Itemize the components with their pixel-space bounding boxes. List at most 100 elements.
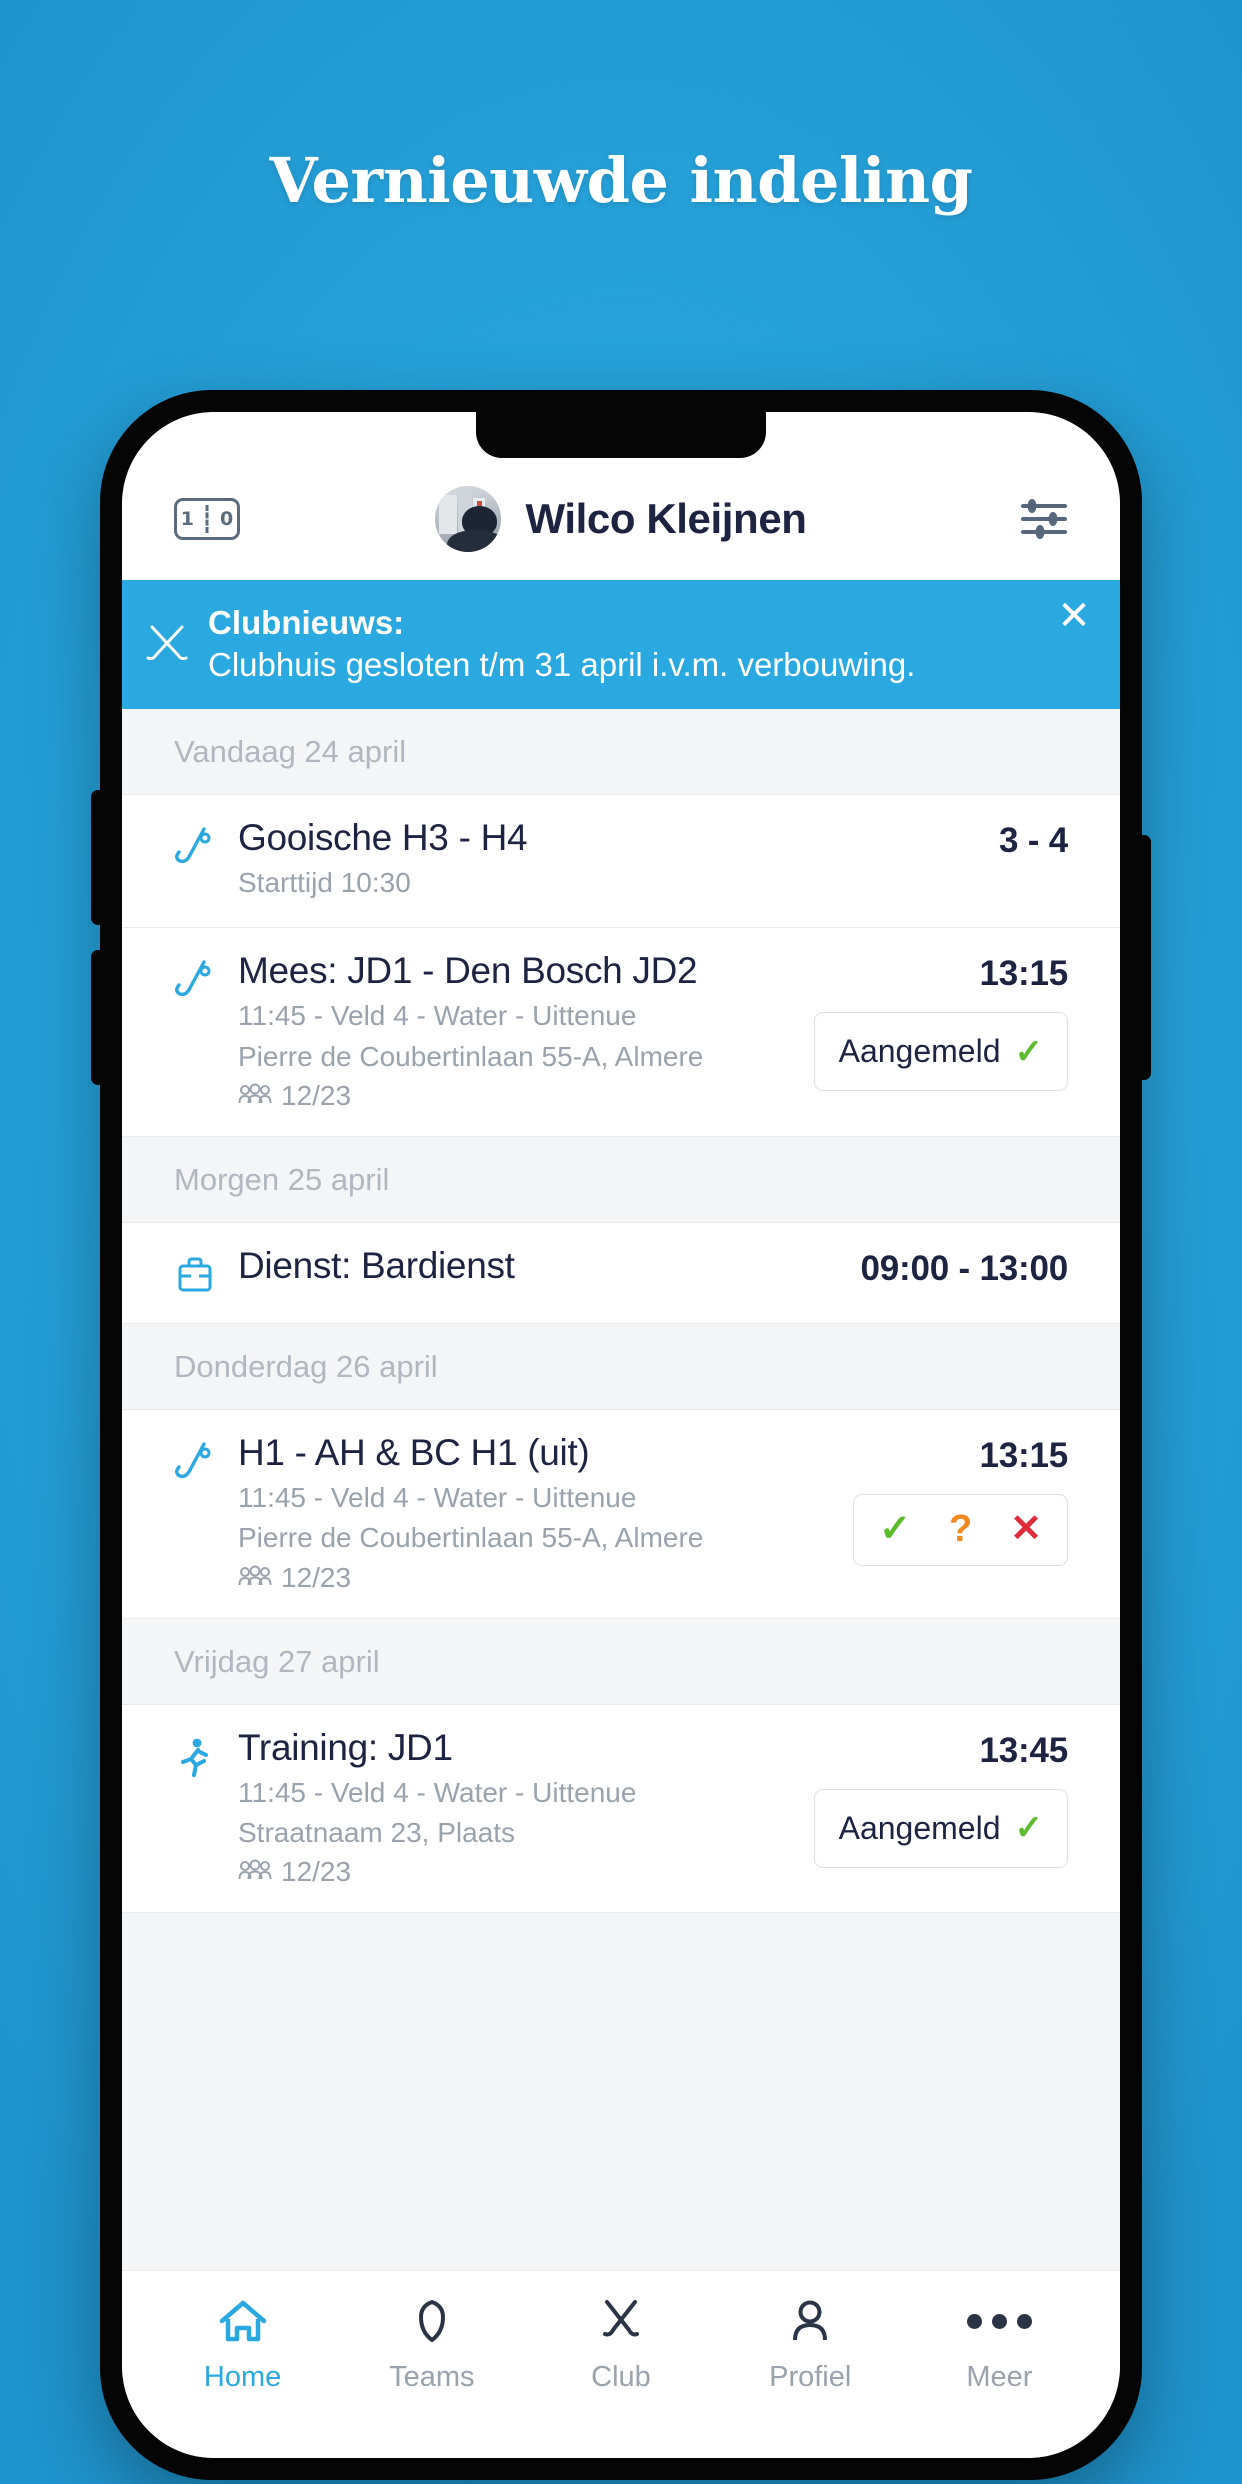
bottom-tabbar: Home Teams Club Profiel Meer (122, 2270, 1120, 2458)
app-body: Clubnieuws: Clubhuis gesloten t/m 31 apr… (122, 580, 1120, 2270)
tab-meer[interactable]: Meer (905, 2291, 1094, 2394)
hockey-stick-icon (174, 825, 216, 871)
event-subtitle-time: 11:45 - Veld 4 - Water - Uittenue (238, 1482, 637, 1514)
filter-sliders-icon[interactable] (1020, 497, 1068, 541)
tab-club[interactable]: Club (526, 2291, 715, 2394)
registered-label: Aangemeld (838, 1033, 1001, 1070)
check-icon: ✓ (1014, 1809, 1044, 1848)
event-right: 13:45 Aangemeld ✓ (813, 1727, 1068, 1868)
event-row-training[interactable]: Training: JD1 11:45 - Veld 4 - Water - U… (122, 1704, 1120, 1914)
respond-yes-icon[interactable]: ✓ (860, 1508, 930, 1551)
registered-label: Aangemeld (838, 1809, 1001, 1846)
attendance-count: 12/23 (281, 1856, 352, 1888)
event-main: Training: JD1 11:45 - Veld 4 - Water - U… (238, 1727, 792, 1889)
avatar[interactable] (435, 486, 502, 552)
banner-title: Clubnieuws: (208, 604, 405, 641)
ellipsis-icon (966, 2291, 1032, 2351)
event-right: 13:15 Aangemeld ✓ (813, 950, 1068, 1092)
event-main: H1 - AH & BC H1 (uit) 11:45 - Veld 4 - W… (238, 1432, 831, 1594)
event-row-mees[interactable]: Mees: JD1 - Den Bosch JD2 11:45 - Veld 4… (122, 928, 1120, 1138)
list-filler (122, 1913, 1120, 2270)
event-title: Training: JD1 (238, 1726, 453, 1768)
banner-close-icon[interactable]: ✕ (1054, 596, 1094, 638)
event-subtitle-address: Pierre de Coubertinlaan 55-A, Almere (238, 1522, 704, 1554)
banner-text: Clubnieuws: Clubhuis gesloten t/m 31 apr… (208, 602, 1036, 685)
crossed-sticks-icon (595, 2291, 647, 2351)
respond-no-icon[interactable]: ✕ (991, 1508, 1061, 1551)
event-subtitle-time: 11:45 - Veld 4 - Water - Uittenue (238, 1776, 637, 1808)
volume-up-button[interactable] (91, 790, 103, 925)
check-icon: ✓ (1014, 1032, 1044, 1071)
event-right: 3 - 4 (999, 817, 1068, 861)
event-row-gooische[interactable]: Gooische H3 - H4 Starttijd 10:30 3 - 4 (122, 795, 1120, 929)
event-main: Mees: JD1 - Den Bosch JD2 11:45 - Veld 4… (238, 950, 792, 1112)
banner-message: Clubhuis gesloten t/m 31 april i.v.m. ve… (208, 645, 916, 683)
scoreboard-home: 1 (180, 508, 207, 530)
people-group-icon (238, 1562, 272, 1594)
phone-notch (476, 412, 766, 458)
event-title: H1 - AH & BC H1 (uit) (238, 1432, 590, 1474)
tab-label: Meer (966, 2361, 1033, 2393)
page-headline: Vernieuwde indeling (269, 144, 973, 217)
event-attendance: 12/23 (238, 1080, 792, 1112)
scoreboard-away: 0 (220, 508, 247, 530)
event-subtitle-time: 11:45 - Veld 4 - Water - Uittenue (238, 1000, 637, 1032)
hockey-stick-icon (174, 1440, 216, 1486)
event-time: 09:00 - 13:00 (860, 1249, 1068, 1289)
respond-maybe-icon[interactable]: ? (930, 1508, 991, 1551)
day-header-vrijdag: Vrijdag 27 april (122, 1618, 1120, 1705)
event-score: 3 - 4 (998, 821, 1068, 861)
event-row-h1[interactable]: H1 - AH & BC H1 (uit) 11:45 - Veld 4 - W… (122, 1410, 1120, 1619)
phone-screen: 10 Wilco Kleijnen Clubnieuws: Clubhuis g… (122, 412, 1120, 2458)
tab-label: Club (591, 2361, 651, 2393)
registered-button[interactable]: Aangemeld ✓ (813, 1012, 1068, 1092)
event-main: Dienst: Bardienst (238, 1245, 838, 1291)
event-main: Gooische H3 - H4 Starttijd 10:30 (238, 817, 977, 903)
event-right: 09:00 - 13:00 (860, 1245, 1068, 1289)
tab-label: Teams (389, 2361, 475, 2393)
user-name: Wilco Kleijnen (525, 495, 807, 542)
event-title: Dienst: Bardienst (238, 1245, 515, 1287)
phone-mockup: 10 Wilco Kleijnen Clubnieuws: Clubhuis g… (91, 390, 1151, 2480)
hockey-stick-icon (174, 958, 216, 1004)
volume-down-button[interactable] (91, 950, 103, 1085)
event-attendance: 12/23 (238, 1562, 831, 1594)
event-title: Mees: JD1 - Den Bosch JD2 (238, 950, 698, 992)
tab-teams[interactable]: Teams (337, 2291, 526, 2394)
crossed-hockey-sticks-icon (144, 621, 190, 667)
event-right: 13:15 ✓ ? ✕ (853, 1432, 1068, 1566)
power-button[interactable] (1139, 835, 1151, 1080)
header-center: Wilco Kleijnen (294, 486, 948, 552)
home-icon (217, 2291, 269, 2351)
header-right (948, 497, 1068, 541)
event-subtitle-address: Pierre de Coubertinlaan 55-A, Almere (238, 1040, 704, 1072)
attendance-count: 12/23 (281, 1561, 352, 1593)
tab-home[interactable]: Home (148, 2291, 337, 2394)
people-group-icon (238, 1856, 272, 1888)
people-group-icon (238, 1080, 272, 1112)
event-title: Gooische H3 - H4 (238, 817, 528, 859)
tab-label: Profiel (769, 2361, 852, 2393)
person-icon (784, 2291, 836, 2351)
event-subtitle: Starttijd 10:30 (238, 867, 411, 899)
event-subtitle-address: Straatnaam 23, Plaats (238, 1817, 516, 1849)
clubnews-banner[interactable]: Clubnieuws: Clubhuis gesloten t/m 31 apr… (122, 580, 1120, 710)
registered-button[interactable]: Aangemeld ✓ (813, 1788, 1068, 1868)
event-row-dienst[interactable]: Dienst: Bardienst 09:00 - 13:00 (122, 1223, 1120, 1325)
response-button-group[interactable]: ✓ ? ✕ (853, 1494, 1068, 1566)
day-header-donderdag: Donderdag 26 april (122, 1324, 1120, 1411)
briefcase-icon (174, 1253, 216, 1299)
running-person-icon (174, 1735, 216, 1781)
day-header-morgen: Morgen 25 april (122, 1137, 1120, 1224)
event-time: 13:45 (979, 1730, 1068, 1770)
event-attendance: 12/23 (238, 1856, 792, 1888)
scoreboard-icon[interactable]: 10 (174, 498, 240, 540)
tab-label: Home (203, 2361, 282, 2393)
attendance-count: 12/23 (281, 1080, 352, 1112)
event-time: 13:15 (979, 954, 1068, 994)
tab-profiel[interactable]: Profiel (716, 2291, 905, 2394)
shield-icon (406, 2291, 458, 2351)
event-time: 13:15 (979, 1436, 1068, 1476)
header-left: 10 (174, 498, 294, 540)
day-header-vandaag: Vandaag 24 april (122, 709, 1120, 796)
